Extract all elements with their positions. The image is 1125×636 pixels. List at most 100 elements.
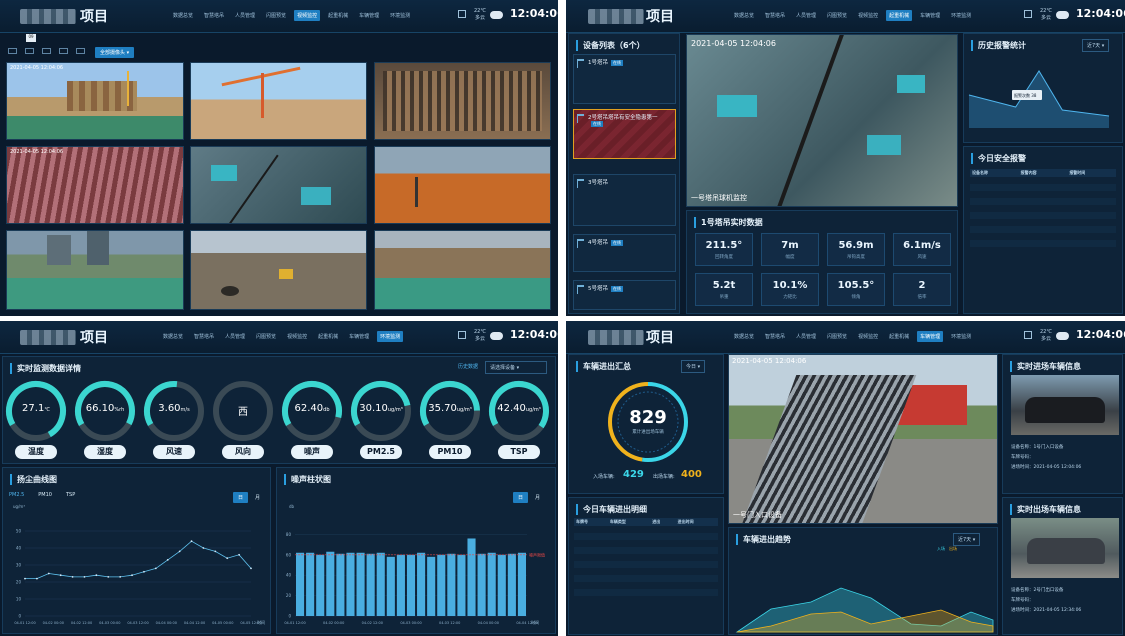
device-item-alarm[interactable]: 2号塔吊塔吊有安全隐患第一在线 [573,109,676,159]
history-data-link[interactable]: 历史数据 [458,363,478,370]
noise-bar [316,554,325,616]
nav-item[interactable]: 智慧塔吊 [762,331,788,342]
camera-feed[interactable] [190,146,367,224]
nav-item[interactable]: 环境监测 [387,10,413,21]
gauge-PM10: 35.70ug/m³ PM10 [418,379,482,459]
nav-item[interactable]: 闪图预览 [263,10,289,21]
nav-item-active[interactable]: 视频监控 [294,10,321,21]
device-item[interactable]: 5号塔吊 在线 [573,280,676,310]
y-tick-label: 50 [16,529,22,534]
metric-card: 211.5° 回转角度 [695,233,753,266]
x-tick-label: 04-03 12:00 [127,621,148,625]
nav-item[interactable]: 智慧塔吊 [762,10,788,21]
layout-9-icon[interactable] [59,48,68,54]
nav-item[interactable]: 起重机械 [325,10,351,21]
tab-pm10[interactable]: PM10 [38,492,52,498]
layout-16-icon[interactable] [76,48,85,54]
fullscreen-icon[interactable] [1024,10,1032,18]
nav-item[interactable]: 视频监控 [855,10,881,21]
nav-item[interactable]: 起重机械 [315,331,341,342]
noise-bar [326,551,335,616]
gauge-湿度: 66.10%rh 湿度 [73,379,137,459]
nav-item[interactable]: 智慧塔吊 [201,10,227,21]
fullscreen-icon[interactable] [458,331,466,339]
day-button[interactable]: 日 [513,492,529,503]
device-item[interactable]: 4号塔吊 在线 [573,234,676,272]
camera-feed[interactable] [374,146,551,224]
layout-6-icon[interactable] [42,48,51,54]
nav-item-active[interactable]: 车辆管理 [917,331,944,342]
nav-item[interactable]: 车辆管理 [917,10,943,21]
nav-item[interactable]: 人员管理 [222,331,248,342]
gauge-label: PM10 [429,445,471,459]
exit-title: 实时出场车辆信息 [1010,504,1081,515]
gauge-TSP: 42.40ug/m³ TSP [487,379,551,459]
crane-icon [577,114,584,123]
nav-item[interactable]: 数据总览 [731,10,757,21]
safety-table: 设备名称 报警内容 报警时间 [970,169,1116,247]
layout-4-icon[interactable] [25,48,34,54]
nav-menu: 数据总览 智慧塔吊 人员管理 闪图预览 视频监控 起重机械 车辆管理 环境监测 [731,331,974,342]
nav-item[interactable]: 数据总览 [170,10,196,21]
svg-text:报警次数 38: 报警次数 38 [1014,92,1037,98]
x-tick-label: 04-01 12:00 [284,621,305,625]
device-select[interactable]: 请选择设备 ▾ [485,361,547,374]
nav-item[interactable]: 智慧塔吊 [191,331,217,342]
tab-pm25[interactable]: PM2.5 [9,492,24,498]
nav-item[interactable]: 人员管理 [793,331,819,342]
cloud-icon [1056,11,1069,19]
history-select[interactable]: 近7天 ▾ [1082,39,1110,52]
month-button[interactable]: 月 [535,494,540,501]
nav-item[interactable]: 数据总览 [160,331,186,342]
noise-bar [427,556,436,616]
crane-camera-feed[interactable]: 2021-04-05 12:04:06 一号塔吊球机监控 [686,34,958,207]
device-item[interactable]: 3号塔吊 [573,174,676,226]
camera-feed[interactable] [190,62,367,140]
table-row [970,212,1116,219]
layout-1-icon[interactable] [8,48,17,54]
summary-select[interactable]: 今日 ▾ [681,360,706,373]
camera-feed[interactable]: 2021-04-05 12:04:06 [6,62,184,140]
nav-item[interactable]: 车辆管理 [356,10,382,21]
nav-item[interactable]: 人员管理 [793,10,819,21]
nav-item[interactable]: 视频监控 [855,331,881,342]
nav-item[interactable]: 视频监控 [284,331,310,342]
nav-item[interactable]: 起重机械 [886,331,912,342]
nav-item[interactable]: 车辆管理 [346,331,372,342]
cloud-icon [490,11,503,19]
noise-bar [477,553,486,616]
camera-feed[interactable] [374,62,551,140]
data-point [154,567,157,570]
nav-item[interactable]: 闪图预览 [824,10,850,21]
noise-bar [296,552,305,616]
day-button[interactable]: 日 [233,492,249,503]
nav-item[interactable]: 闪图预览 [824,331,850,342]
nav-item[interactable]: 环境监测 [948,10,974,21]
nav-item[interactable]: 闪图预览 [253,331,279,342]
gate-camera-feed[interactable]: 2021-04-05 12:04:06 一号门入口设备 [728,354,998,524]
y-tick-label: 0 [18,614,21,619]
nav-item-active[interactable]: 环境监测 [377,331,404,342]
fullscreen-icon[interactable] [458,10,466,18]
nav-item-active[interactable]: 起重机械 [886,10,913,21]
month-button[interactable]: 月 [255,494,260,501]
noise-bar [386,556,395,616]
trend-select[interactable]: 近7天 ▾ [953,533,981,546]
nav-item[interactable]: 环境监测 [948,331,974,342]
camera-feed[interactable] [374,230,551,310]
camera-dropdown[interactable]: 全部摄像头 ▾ [95,47,135,58]
metric-card: 5.2t 吊重 [695,273,753,306]
camera-feed[interactable] [190,230,367,310]
nav-item[interactable]: 数据总览 [731,331,757,342]
data-point [59,574,62,577]
entry-title: 实时进场车辆信息 [1010,361,1081,372]
device-item[interactable]: 1号塔吊 在线 [573,54,676,104]
nav-item[interactable]: 人员管理 [232,10,258,21]
gauge-label: 湿度 [84,445,126,459]
fullscreen-icon[interactable] [1024,331,1032,339]
camera-feed[interactable]: 2021-04-05 12:04:06 [6,146,184,224]
camera-feed[interactable] [6,230,184,310]
tab-tsp[interactable]: TSP [66,492,75,498]
cloud-icon [490,332,503,340]
gauge-value: 62.40db [294,403,330,414]
